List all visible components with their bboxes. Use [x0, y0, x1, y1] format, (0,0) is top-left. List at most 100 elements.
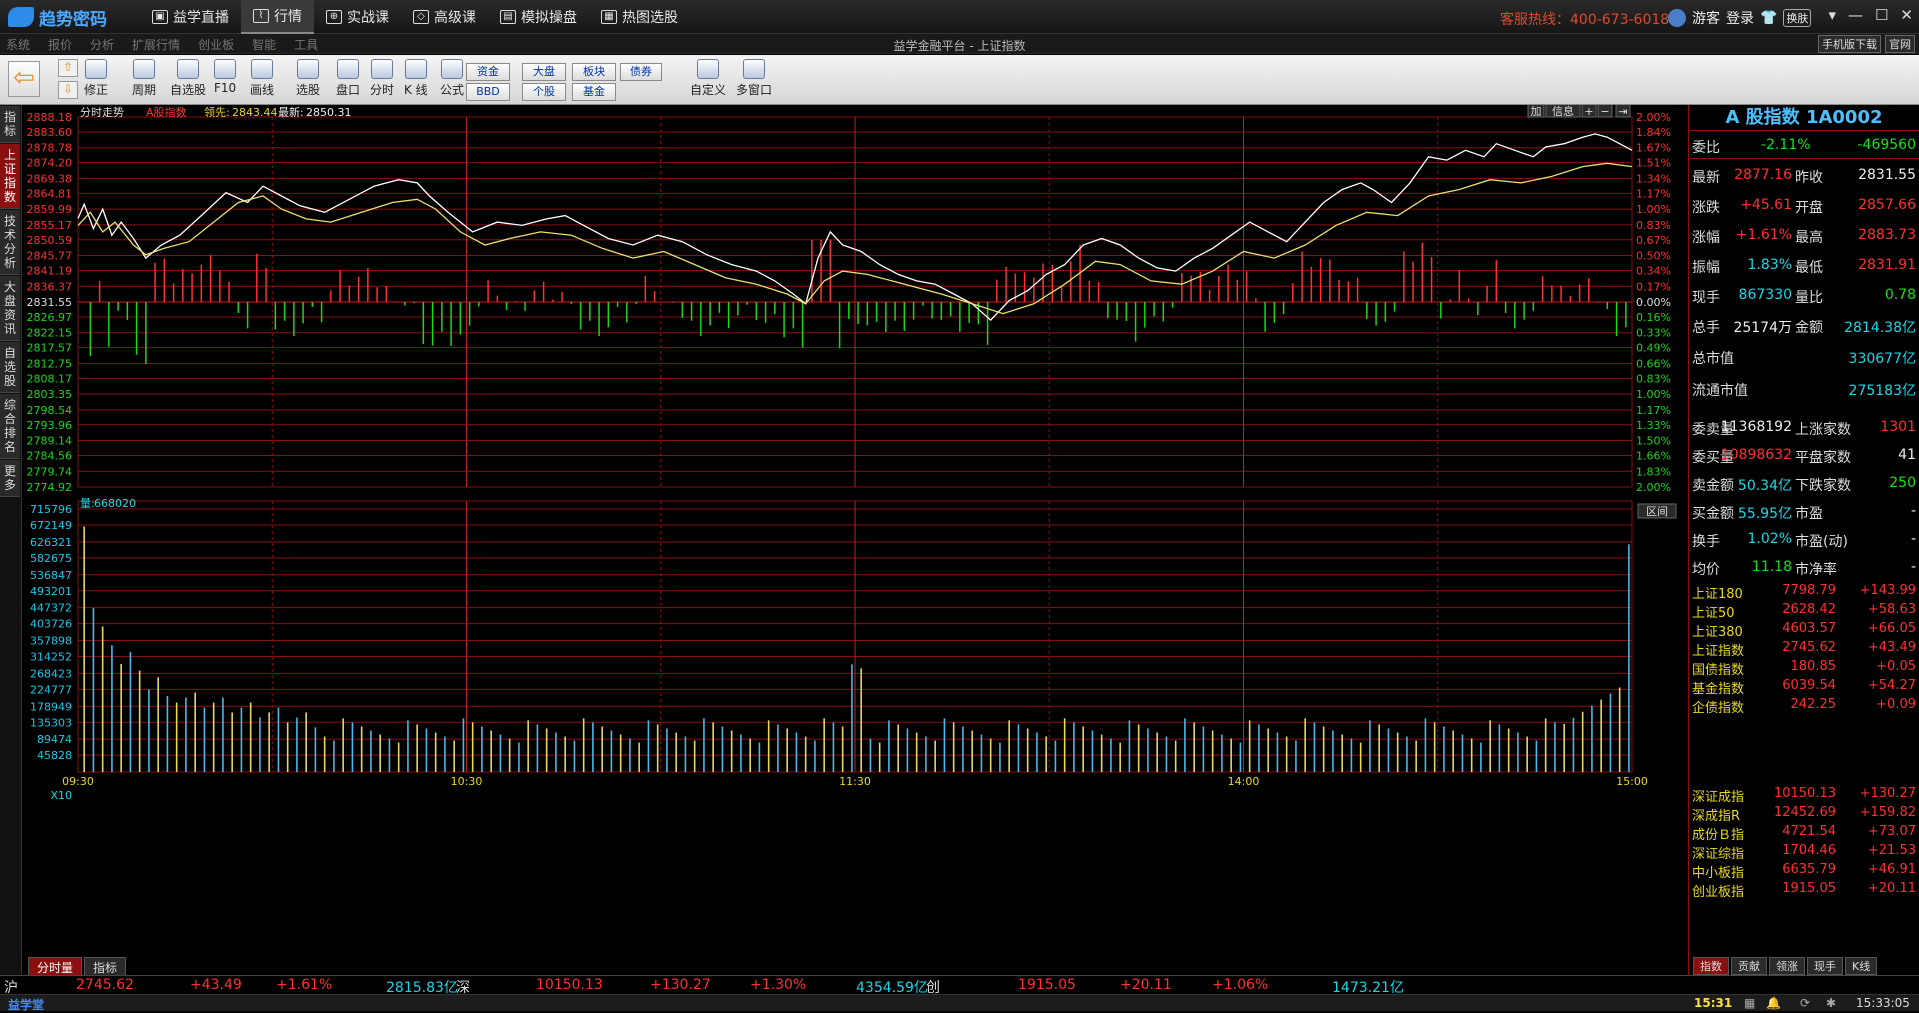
down-arrow-button[interactable]: ⇩	[58, 81, 78, 99]
toolbar-button-8[interactable]: K 线	[404, 59, 428, 98]
side-tab[interactable]: 上证指数	[0, 144, 20, 209]
custom-icon	[697, 59, 719, 79]
chart-tool-label: ⇥	[1618, 105, 1627, 118]
index-row[interactable]: 上证指数 2745.62 +43.49	[1689, 639, 1919, 659]
panel-tab[interactable]: 现手	[1807, 957, 1843, 975]
toolbar-label: 公式	[440, 83, 465, 97]
panel-bottom-tabs: 指数 贡献 领涨 现手 K线	[1689, 957, 1919, 975]
bell-icon[interactable]: 🔔	[1766, 996, 1781, 1010]
side-tab[interactable]: 自选股	[0, 342, 20, 393]
toolbar-button-10[interactable]: 自定义	[690, 59, 726, 98]
toolbar-small-button[interactable]: BBD	[466, 83, 510, 101]
volume-tick-label: 582675	[30, 552, 72, 565]
intraday-chart[interactable]: 2888.18 2.00% 2883.60 1.84% 2878.78 1.67% 2874…	[22, 105, 1688, 975]
minimize-icon[interactable]: —	[1848, 6, 1863, 24]
index-row[interactable]: 上证50 2628.42 +58.63	[1689, 601, 1919, 621]
top-link[interactable]: 手机版下载	[1818, 35, 1881, 53]
quote-value: 2883.73	[1858, 227, 1916, 243]
toolbar-small-button[interactable]: 债券	[620, 63, 662, 81]
pct-tick-label: 1.17%	[1636, 404, 1671, 417]
volume-tick-label: 178949	[30, 700, 72, 713]
index-row[interactable]: 成份Ｂ指 4721.54 +73.07	[1689, 823, 1919, 843]
close-icon[interactable]: ✕	[1900, 6, 1913, 24]
index-row[interactable]: 深证成指 10150.13 +130.27	[1689, 785, 1919, 805]
skin-button[interactable]: 换肤	[1783, 9, 1812, 27]
refresh-icon[interactable]: ⟳	[1800, 996, 1810, 1010]
toolbar-small-button[interactable]: 个股	[522, 83, 566, 101]
panel-tab[interactable]: 指数	[1693, 957, 1729, 975]
nav-0[interactable]: ▣ 益学直播	[140, 0, 241, 34]
price-tick-label: 2831.55	[27, 296, 73, 309]
toolbar-button-1[interactable]: 周期	[132, 59, 156, 98]
toolbar-small-button[interactable]: 基金	[572, 83, 616, 101]
toolbar-button-11[interactable]: 多窗口	[736, 59, 772, 98]
side-tab[interactable]: 指标	[0, 106, 20, 143]
toolbar-label: 周期	[132, 83, 157, 97]
quote-label: 涨幅	[1692, 230, 1720, 246]
volume-tick-label: 89474	[37, 733, 72, 746]
settings-icon[interactable]: ✱	[1826, 996, 1836, 1010]
weibi-label: 委比	[1692, 140, 1720, 156]
nav-3[interactable]: ◇ 高级课	[401, 0, 488, 34]
toolbar-button-4[interactable]: 画线	[250, 59, 274, 98]
chart-tool-label: −	[1600, 105, 1609, 118]
pct-tick-label: 0.49%	[1636, 342, 1671, 355]
user-name[interactable]: 游客	[1692, 8, 1720, 28]
index-row[interactable]: 上证180 7798.79 +143.99	[1689, 582, 1919, 602]
side-tab[interactable]: 技术分析	[0, 210, 20, 275]
up-arrow-button[interactable]: ⇧	[58, 59, 78, 77]
index-name: 上证380	[1692, 625, 1743, 640]
quote-value: 867330	[1738, 287, 1792, 303]
pct-tick-label: 1.00%	[1636, 388, 1671, 401]
index-row[interactable]: 国债指数 180.85 +0.05	[1689, 658, 1919, 678]
pct-tick-label: 0.17%	[1636, 280, 1671, 293]
toolbar-button-0[interactable]: 修正	[84, 59, 108, 98]
index-row[interactable]: 创业板指 1915.05 +20.11	[1689, 880, 1919, 900]
weibi-value: -469560	[1857, 137, 1917, 153]
toolbar-button-3[interactable]: F10	[214, 59, 236, 95]
toolbar-button-5[interactable]: 选股	[296, 59, 320, 98]
tv-icon: ▣	[152, 10, 168, 24]
side-tabs: 指标 上证指数 技术分析 大盘资讯 自选股 综合排名 更多	[0, 105, 22, 975]
side-tab[interactable]: 大盘资讯	[0, 276, 20, 341]
panel-tab[interactable]: 领涨	[1769, 957, 1805, 975]
toolbar-button-9[interactable]: 公式	[440, 59, 464, 98]
toolbar-small-button[interactable]: 资金	[466, 63, 510, 81]
shirt-icon[interactable]: 👕	[1760, 10, 1777, 26]
quote-value: 11.18	[1751, 559, 1792, 575]
avatar-icon[interactable]	[1668, 9, 1686, 27]
index-row[interactable]: 上证380 4603.57 +66.05	[1689, 620, 1919, 640]
side-tab[interactable]: 更多	[0, 460, 20, 497]
toolbar-button-6[interactable]: 盘口	[336, 59, 360, 98]
nav-5[interactable]: ▦ 热图选股	[589, 0, 690, 34]
volume-tick-label: 403726	[30, 618, 72, 631]
side-tab[interactable]: 综合排名	[0, 394, 20, 459]
toolbar-button-7[interactable]: 分时	[370, 59, 394, 98]
index-row[interactable]: 企债指数 242.25 +0.09	[1689, 696, 1919, 716]
maximize-icon[interactable]: ☐	[1875, 6, 1888, 24]
info-icon	[214, 59, 237, 79]
panel-tab[interactable]: 贡献	[1731, 957, 1767, 975]
toolbar-button-2[interactable]: 自选股	[170, 59, 206, 98]
login-link[interactable]: 登录	[1726, 8, 1754, 28]
toolbar-small-button[interactable]: 大盘	[522, 63, 566, 81]
index-row[interactable]: 中小板指 6635.79 +46.91	[1689, 861, 1919, 881]
quote-row: 总手 25174万 金额 2814.38亿	[1689, 311, 1919, 339]
wrench-icon	[85, 59, 107, 79]
quote-row: 涨幅 +1.61% 最高 2883.73	[1689, 221, 1919, 249]
top-link[interactable]: 官网	[1885, 35, 1915, 53]
panel-tab[interactable]: K线	[1845, 957, 1878, 975]
nav-1[interactable]: ⌇ 行情	[241, 0, 314, 34]
index-row[interactable]: 基金指数 6039.54 +54.27	[1689, 677, 1919, 697]
back-button[interactable]: ⇦	[8, 61, 40, 97]
toolbar-small-button[interactable]: 板块	[572, 63, 616, 81]
volume-tick-label: 447372	[30, 602, 72, 615]
menu-icon[interactable]: ▾	[1828, 6, 1836, 24]
nav-4[interactable]: ▤ 模拟操盘	[488, 0, 589, 34]
quote-row: 振幅 1.83% 最低 2831.91	[1689, 251, 1919, 279]
pct-tick-label: 1.00%	[1636, 203, 1671, 216]
quote-value: -	[1910, 503, 1916, 519]
index-row[interactable]: 深成指R 12452.69 +159.82	[1689, 804, 1919, 824]
nav-2[interactable]: ⊕ 实战课	[314, 0, 401, 34]
index-row[interactable]: 深证综指 1704.46 +21.53	[1689, 842, 1919, 862]
